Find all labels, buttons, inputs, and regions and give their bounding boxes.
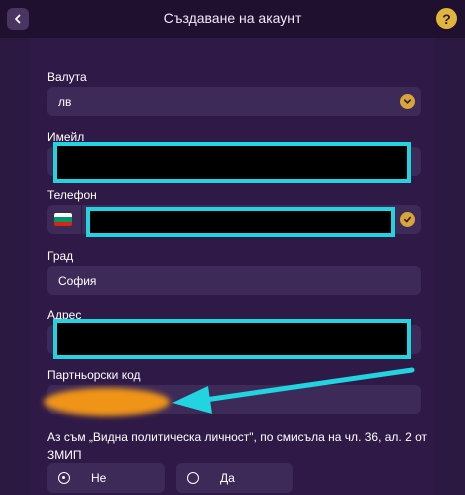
- pep-question: Аз съм „Видна политическа личност", по с…: [47, 430, 428, 462]
- pep-option-no[interactable]: Не: [47, 463, 165, 493]
- annotation-arrow-icon: [172, 367, 415, 414]
- pep-option-no-label: Не: [91, 471, 107, 485]
- radio-selected-icon: [58, 472, 70, 484]
- radio-unselected-icon: [187, 472, 199, 484]
- pep-option-yes-label: Да: [220, 471, 235, 485]
- pep-option-yes[interactable]: Да: [176, 463, 293, 493]
